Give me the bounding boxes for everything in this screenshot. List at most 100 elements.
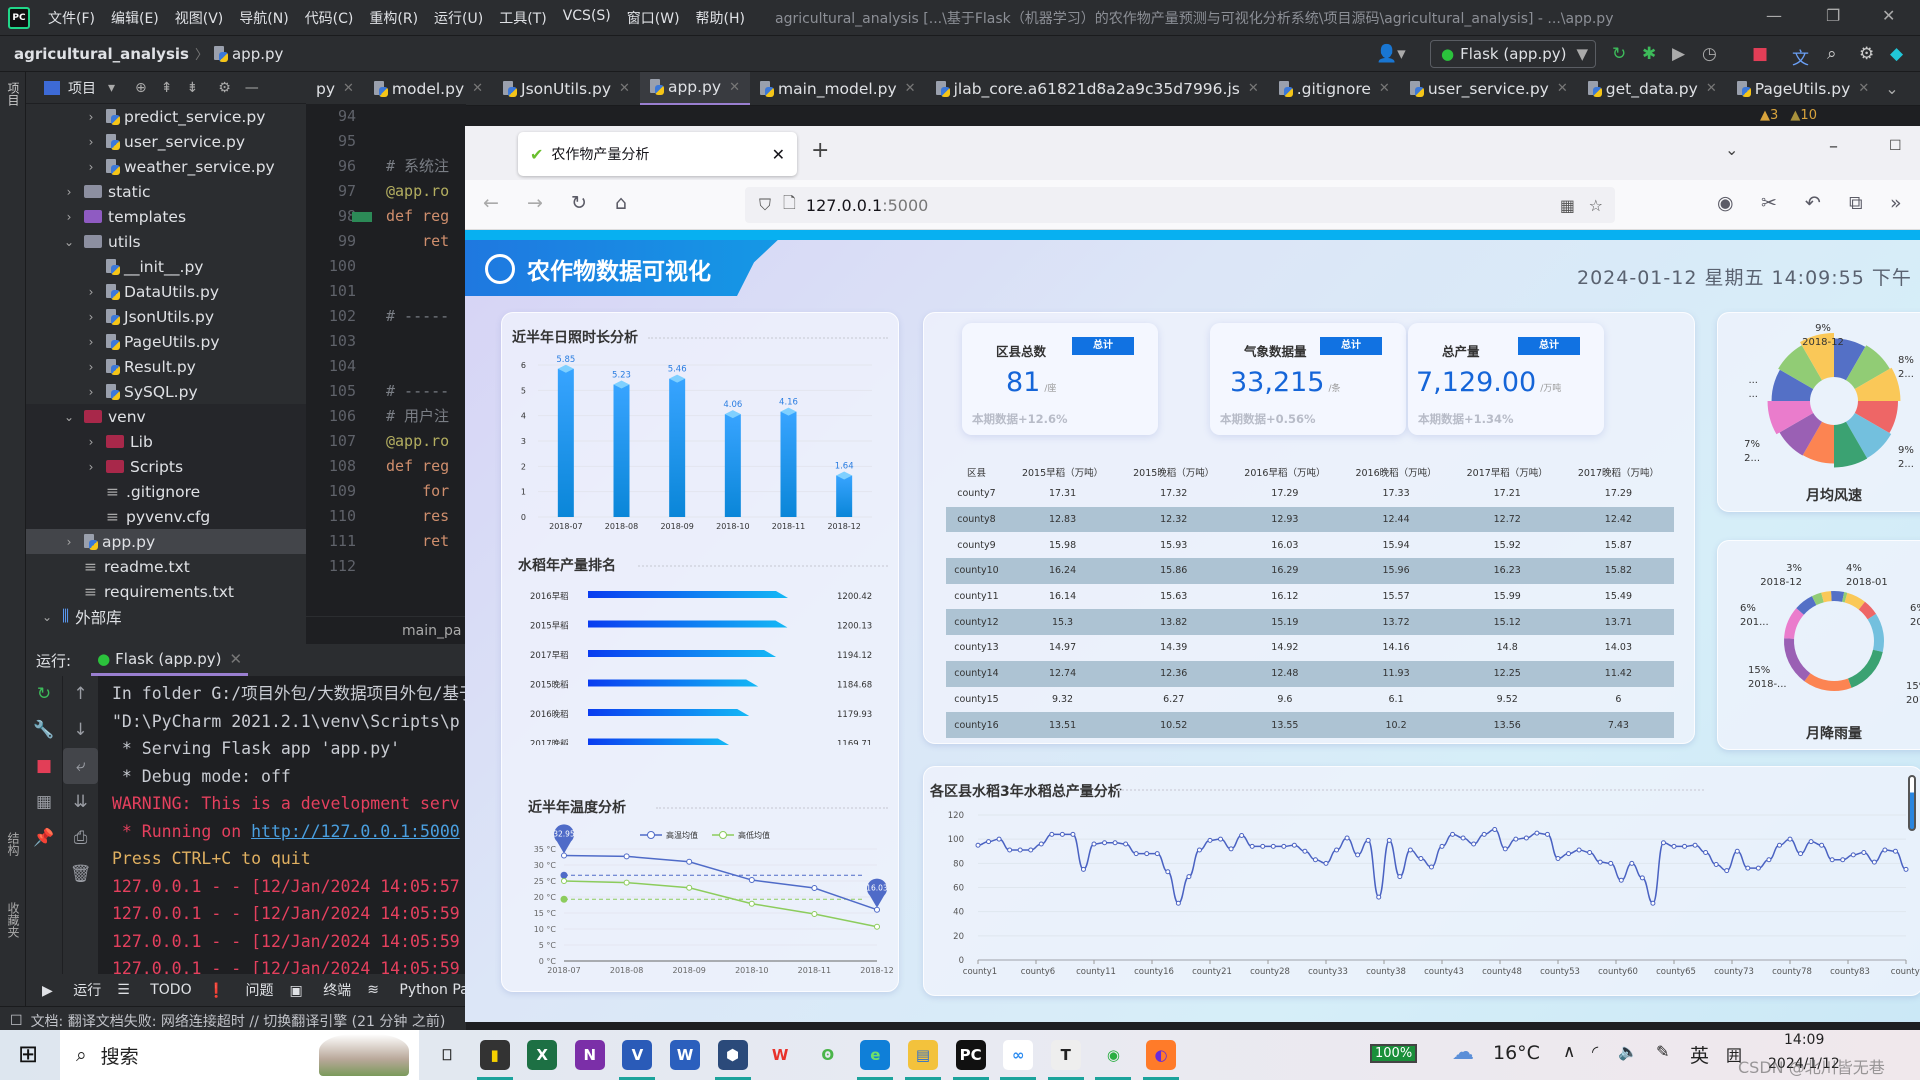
tree-item[interactable]: ⌄ venv (26, 404, 306, 429)
tree-item[interactable]: › templates (26, 204, 306, 229)
tree-item[interactable]: › user_service.py (26, 129, 306, 154)
chevron-right-icon[interactable]: › (84, 160, 98, 174)
chevron-right-icon[interactable]: › (84, 435, 98, 449)
arrow-up-icon[interactable]: ↑ (63, 676, 98, 712)
tree-item[interactable]: › JsonUtils.py (26, 304, 306, 329)
home-icon[interactable]: ⌂ (615, 192, 627, 214)
tool-tab-terminal[interactable]: ▣ 终端 (290, 980, 352, 1000)
chevron-right-icon[interactable]: › (84, 310, 98, 324)
editor-tab[interactable]: main_model.py ✕ (750, 72, 926, 105)
tree-item[interactable]: ⌄ utils (26, 229, 306, 254)
overflow-menu-icon[interactable]: » (1890, 192, 1902, 214)
editor-tab[interactable]: .gitignore ✕ (1269, 72, 1400, 105)
visio-icon[interactable]: V (622, 1040, 653, 1070)
menu-item[interactable]: 导航(N) (231, 8, 296, 28)
tree-item[interactable]: › Result.py (26, 354, 306, 379)
close-icon[interactable]: ✕ (1882, 6, 1895, 25)
rerun-icon[interactable]: ↻ (1612, 44, 1626, 64)
bookmark-star-icon[interactable]: ☆ (1589, 196, 1603, 215)
expand-all-icon[interactable]: ⇞ (161, 80, 173, 96)
tree-item[interactable]: › app.py (26, 529, 306, 554)
close-tab-icon[interactable]: ✕ (905, 81, 916, 96)
maximize-icon[interactable]: ☐ (1889, 138, 1902, 154)
coverage-icon[interactable]: ▶ (1672, 44, 1685, 64)
menu-item[interactable]: 代码(C) (297, 8, 362, 28)
chevron-right-icon[interactable]: › (62, 210, 76, 224)
tree-item[interactable]: ≡ requirements.txt (26, 579, 306, 604)
tree-item[interactable]: › predict_service.py (26, 104, 306, 129)
chevron-right-icon[interactable]: › (84, 360, 98, 374)
file-explorer-icon[interactable]: ▤ (908, 1040, 938, 1070)
editor-tab[interactable]: app.py ✕ (639, 72, 750, 105)
chevron-right-icon[interactable]: › (84, 285, 98, 299)
soft-wrap-icon[interactable]: ⤶ (63, 748, 98, 784)
close-tab-icon[interactable]: ✕ (343, 81, 354, 96)
close-tab-icon[interactable]: ✕ (729, 80, 740, 95)
inspection-widget[interactable]: ▲3 ▲10 (1760, 108, 1817, 123)
close-tab-icon[interactable]: ✕ (772, 145, 785, 164)
account-icon[interactable]: ◉ (1717, 192, 1734, 214)
wechat-icon[interactable]: ◉ (1098, 1040, 1128, 1070)
trash-icon[interactable]: 🗑 (63, 856, 98, 892)
wrench-icon[interactable]: 🔧 (26, 712, 62, 748)
menu-item[interactable]: 文件(F) (40, 8, 103, 28)
firefox-icon[interactable]: ◐ (1146, 1040, 1176, 1070)
hide-icon[interactable]: — (245, 80, 259, 96)
menu-item[interactable]: 工具(T) (491, 8, 554, 28)
extensions-icon[interactable]: ⧉ (1849, 192, 1863, 214)
tree-item[interactable]: › weather_service.py (26, 154, 306, 179)
chevron-right-icon[interactable]: › (84, 135, 98, 149)
layout-icon[interactable]: ▦ (26, 784, 62, 820)
sticky-notes-icon[interactable]: ▮ (479, 1040, 510, 1070)
wps-icon[interactable]: W (765, 1040, 795, 1070)
status-message[interactable]: 文档: 翻译文档失败: 网络连接超时 // 切换翻译引擎 (21 分钟 之前) (31, 1011, 446, 1031)
project-tool-window-button[interactable]: 项目 (5, 82, 22, 106)
forward-icon[interactable]: → (527, 192, 543, 214)
console-link[interactable]: http://127.0.0.1:5000 (251, 822, 460, 841)
menu-item[interactable]: 重构(R) (361, 8, 426, 28)
editor-breadcrumb[interactable]: main_pa (306, 616, 466, 644)
menu-item[interactable]: 运行(U) (426, 8, 491, 28)
chevron-down-icon[interactable]: ⌄ (62, 235, 76, 249)
run-configuration-select[interactable]: ● Flask (app.py) ▼ (1430, 40, 1596, 68)
wifi-icon[interactable]: ◜ (1592, 1042, 1598, 1061)
chevron-right-icon[interactable]: › (62, 185, 76, 199)
translate-icon[interactable]: 文 (1792, 44, 1809, 69)
status-window-icon[interactable]: ☐ (10, 1013, 23, 1029)
tree-item[interactable]: › Scripts (26, 454, 306, 479)
plugin-icon[interactable]: ◆ (1890, 44, 1903, 64)
user-account-icon[interactable]: 👤▾ (1376, 44, 1406, 64)
close-tab-icon[interactable]: ✕ (1557, 81, 1568, 96)
gear-icon[interactable]: ⚙ (218, 80, 231, 96)
close-tab-icon[interactable]: ✕ (1379, 81, 1390, 96)
chevron-right-icon[interactable]: › (84, 385, 98, 399)
new-tab-icon[interactable]: + (811, 138, 829, 163)
editor-tab[interactable]: JsonUtils.py ✕ (493, 72, 640, 105)
chevron-down-icon[interactable]: ⌄ (40, 610, 54, 624)
tree-item[interactable]: ≡ readme.txt (26, 554, 306, 579)
chevron-right-icon[interactable]: › (84, 460, 98, 474)
clock-time[interactable]: 14:09 (1784, 1032, 1824, 1048)
typora-icon[interactable]: T (1050, 1040, 1081, 1070)
breakpoint-h-icon[interactable] (352, 212, 372, 222)
chevron-right-icon[interactable]: › (84, 335, 98, 349)
word-icon[interactable]: W (670, 1040, 700, 1070)
ime-indicator[interactable]: 英 (1690, 1041, 1709, 1068)
close-tab-icon[interactable]: ✕ (1858, 81, 1869, 96)
editor-tab[interactable]: jlab_core.a61821d8a2a9c35d7996.js ✕ (926, 72, 1269, 105)
console-output[interactable]: In folder G:/项目外包/大数据项目外包/基于 "D:\PyCharm … (112, 680, 472, 983)
close-tab-icon[interactable]: ✕ (472, 81, 483, 96)
more-tabs-icon[interactable]: ⌄ (1885, 79, 1898, 98)
code-editor[interactable]: # 系统注 @app.ro def reg ret # ----- # ----- # 用… (386, 104, 466, 616)
app-cube-icon[interactable]: ⬢ (717, 1040, 748, 1070)
editor-tab[interactable]: PageUtils.py ✕ (1727, 72, 1879, 105)
project-panel-title[interactable]: 项目 (68, 78, 96, 98)
app-green-icon[interactable]: ʘ (813, 1040, 843, 1070)
excel-icon[interactable]: X (527, 1040, 558, 1070)
back-icon[interactable]: ← (483, 192, 499, 214)
structure-tool-window-button[interactable]: 结构 (5, 832, 22, 856)
tree-item[interactable]: ⌄ ⫼ 外部库 (26, 604, 306, 629)
close-tab-icon[interactable]: ✕ (230, 650, 243, 668)
editor-tab[interactable]: py ✕ (306, 72, 364, 105)
stop-icon[interactable]: ■ (26, 748, 62, 784)
